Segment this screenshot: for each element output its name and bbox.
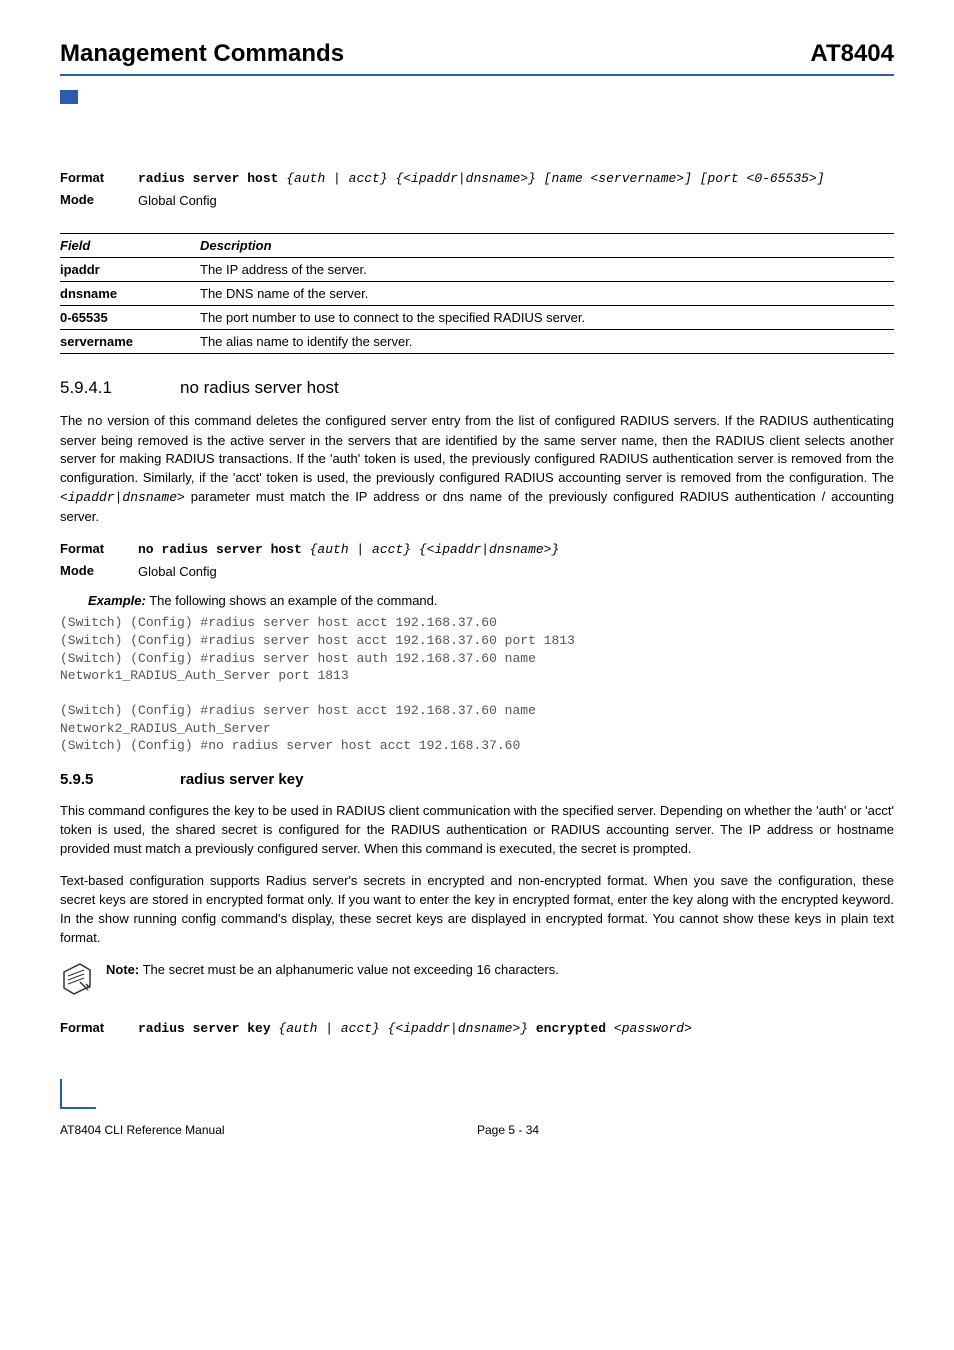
- field-desc: The alias name to identify the server.: [200, 329, 894, 353]
- section-number: 5.9.5: [60, 771, 180, 788]
- table-row: servername The alias name to identify th…: [60, 329, 894, 353]
- example-text: The following shows an example of the co…: [146, 593, 438, 608]
- field-name: dnsname: [60, 281, 200, 305]
- table-header-row: Field Description: [60, 233, 894, 257]
- th-field: Field: [60, 233, 200, 257]
- section-5-9-4-1-paragraph: The no version of this command deletes t…: [60, 412, 894, 527]
- note-icon: [60, 962, 94, 996]
- field-table: Field Description ipaddr The IP address …: [60, 233, 894, 354]
- format-cmd: radius server key: [138, 1021, 271, 1036]
- format-encrypted: encrypted: [536, 1021, 606, 1036]
- format-label: Format: [60, 541, 138, 556]
- table-row: ipaddr The IP address of the server.: [60, 257, 894, 281]
- note-text: Note: The secret must be an alphanumeric…: [106, 962, 559, 977]
- format-args: {auth | acct} {<ipaddr|dnsname>}: [271, 1021, 536, 1036]
- footer-left: AT8404 CLI Reference Manual: [60, 1123, 477, 1137]
- example-code: (Switch) (Config) #radius server host ac…: [60, 614, 894, 754]
- inline-code-no: no: [87, 414, 103, 429]
- section-number: 5.9.4.1: [60, 378, 180, 398]
- page-footer: AT8404 CLI Reference Manual Page 5 - 34: [60, 1123, 894, 1137]
- note-block: Note: The secret must be an alphanumeric…: [60, 962, 894, 996]
- note-label: Note:: [106, 962, 139, 977]
- format-cmd: no radius server host: [138, 542, 302, 557]
- format-args: <password>: [606, 1021, 692, 1036]
- header-right: AT8404: [810, 40, 894, 68]
- brand-logo: [60, 90, 120, 126]
- mode-value: Global Config: [138, 192, 894, 211]
- field-name: 0-65535: [60, 305, 200, 329]
- header-left: Management Commands: [60, 40, 344, 68]
- format-value: radius server host {auth | acct} {<ipadd…: [138, 170, 894, 189]
- format-value: radius server key {auth | acct} {<ipaddr…: [138, 1020, 894, 1039]
- section-5-9-5-p2: Text-based configuration supports Radius…: [60, 872, 894, 947]
- field-desc: The DNS name of the server.: [200, 281, 894, 305]
- section-5-9-5-p1: This command configures the key to be us…: [60, 802, 894, 859]
- example-intro: Example: The following shows an example …: [88, 593, 894, 608]
- format-args: {auth | acct} {<ipaddr|dnsname>}: [302, 542, 559, 557]
- footer-decoration: [60, 1079, 96, 1109]
- footer-page: Page 5 - 34: [477, 1123, 894, 1137]
- format-value: no radius server host {auth | acct} {<ip…: [138, 541, 894, 560]
- header-rule: [60, 74, 894, 76]
- example-label: Example:: [88, 593, 146, 608]
- field-desc: The port number to use to connect to the…: [200, 305, 894, 329]
- field-name: ipaddr: [60, 257, 200, 281]
- inline-code-param: <ipaddr|dnsname>: [60, 490, 185, 505]
- format-args: {auth | acct} {<ipaddr|dnsname>} [name <…: [278, 171, 824, 186]
- section-5-9-5-heading: 5.9.5radius server key: [60, 771, 894, 788]
- section-5-9-4-1-heading: 5.9.4.1no radius server host: [60, 378, 894, 398]
- field-name: servername: [60, 329, 200, 353]
- format-label: Format: [60, 1020, 138, 1035]
- format-label: Format: [60, 170, 138, 185]
- field-desc: The IP address of the server.: [200, 257, 894, 281]
- mode-label: Mode: [60, 192, 138, 207]
- table-row: 0-65535 The port number to use to connec…: [60, 305, 894, 329]
- mode-value: Global Config: [138, 563, 894, 582]
- format-cmd: radius server host: [138, 171, 278, 186]
- th-description: Description: [200, 233, 894, 257]
- section-title: radius server key: [180, 771, 303, 788]
- section-title: no radius server host: [180, 378, 339, 397]
- mode-label: Mode: [60, 563, 138, 578]
- table-row: dnsname The DNS name of the server.: [60, 281, 894, 305]
